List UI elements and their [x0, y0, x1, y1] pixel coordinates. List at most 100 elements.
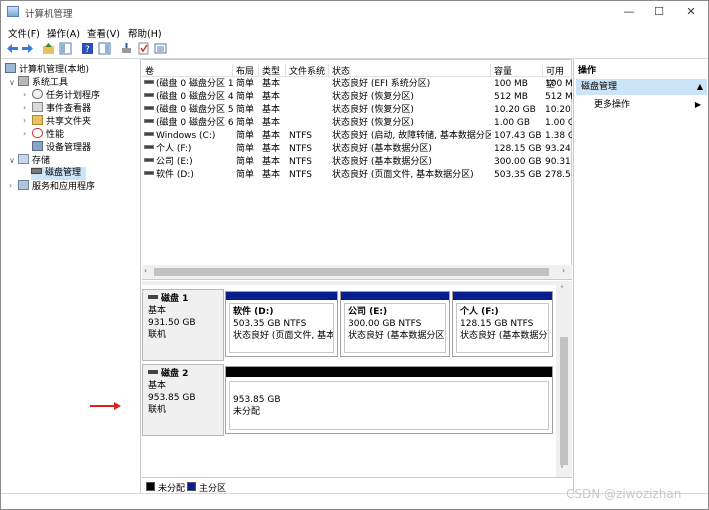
partition-software-d[interactable]: 软件 (D:) 503.35 GB NTFS 状态良好 (页面文件, 基本数 [225, 291, 338, 357]
tree-label: 性能 [46, 130, 65, 140]
table-cell: 基本 [262, 170, 281, 180]
primary-partition-bar [453, 292, 552, 300]
tree-item-disk-management[interactable]: 磁盘管理 [31, 167, 86, 180]
actions-section-disk-management[interactable]: 磁盘管理 ▲ [576, 79, 707, 95]
collapse-triangle-icon[interactable]: ▲ [697, 79, 703, 95]
maximize-button[interactable]: ☐ [642, 1, 676, 23]
section-label: 磁盘管理 [581, 82, 618, 92]
column-header-capacity[interactable]: 容量 [491, 64, 543, 77]
table-cell: 基本 [262, 157, 281, 167]
table-cell: 简单 [236, 92, 255, 102]
tree-item-shared-folders[interactable]: 共享文件夹 [32, 115, 91, 128]
table-row[interactable]: (磁盘 0 磁盘分区 4)简单基本 状态良好 (恢复分区) 512 MB 512 MB [142, 91, 572, 104]
partition-status: 状态良好 (基本数据分区) [348, 331, 446, 341]
partition-company-e[interactable]: 公司 (E:) 300.00 GB NTFS 状态良好 (基本数据分区) [340, 291, 450, 357]
table-row[interactable]: (磁盘 0 磁盘分区 5) 简单 基本 状态良好 (恢复分区) 10.20 GB 10.2… [142, 104, 572, 117]
actions-pane: 操作 磁盘管理 ▲ 更多操作 ▶ [573, 59, 708, 493]
table-row[interactable]: 公司 (E:) 简单 基本 NTFS 状态良好 (基本数据分区) 300.00 GB 90.… [142, 156, 572, 169]
checklist-icon[interactable] [137, 42, 150, 55]
close-button[interactable]: ✕ [674, 1, 708, 23]
table-cell: 简单 [236, 79, 255, 89]
expand-chevron-icon[interactable]: › [23, 90, 26, 99]
list-view-icon[interactable] [154, 42, 167, 55]
table-row[interactable]: (磁盘 0 磁盘分区 6) 简单 基本 状态良好 (恢复分区) 1.00 GB 1.00 … [142, 117, 572, 130]
table-row[interactable]: Windows (C:) 简单 基本 NTFS 状态良好 (启动, 故障转储, 基本数据… [142, 130, 572, 143]
disk1-label[interactable]: 磁盘 1 基本 931.50 GB 联机 [142, 289, 224, 361]
minimize-button[interactable]: — [612, 1, 646, 23]
forward-arrow-icon[interactable] [21, 42, 34, 55]
tree-item-computer-management-local[interactable]: 计算机管理(本地) [5, 63, 89, 76]
scrollbar-thumb[interactable] [154, 268, 549, 276]
table-row[interactable]: 软件 (D:) 简单 基本 NTFS 状态良好 (页面文件, 基本数据分区) 503.35… [142, 169, 572, 182]
properties-pane-icon[interactable] [98, 42, 111, 55]
scrollbar-thumb[interactable] [560, 337, 568, 465]
device-manager-icon [32, 141, 43, 151]
scroll-up-icon[interactable]: ˄ [560, 285, 564, 294]
red-arrow-annotation [90, 402, 121, 410]
expand-chevron-icon[interactable]: › [23, 116, 26, 125]
partition-status: 状态良好 (基本数据分区) [460, 331, 548, 341]
tools-icon [18, 76, 29, 86]
expand-chevron-icon[interactable]: › [23, 129, 26, 138]
table-cell: (磁盘 0 磁盘分区 6) [144, 117, 233, 130]
scroll-down-icon[interactable]: ˅ [560, 465, 564, 474]
tree-item-system-tools[interactable]: 系统工具 [18, 76, 68, 89]
table-cell: (磁盘 0 磁盘分区 1) [144, 78, 233, 91]
partition-unallocated[interactable]: 953.85 GB 未分配 [225, 366, 553, 434]
tree-item-performance[interactable]: 性能 [32, 128, 64, 141]
volume-name: 个人 (F:) [156, 144, 192, 154]
tree-item-device-manager[interactable]: 设备管理器 [32, 141, 91, 154]
tree-label: 计算机管理(本地) [19, 65, 90, 75]
column-header-layout[interactable]: 布局 [233, 64, 259, 77]
volume-name: 软件 (D:) [156, 170, 194, 180]
more-actions-item[interactable]: 更多操作 ▶ [594, 98, 707, 112]
tree-item-storage[interactable]: 存储 [18, 154, 50, 167]
expand-chevron-icon[interactable]: › [9, 181, 12, 190]
tree-label: 共享文件夹 [46, 117, 92, 127]
partition-name: 公司 (E:) [348, 307, 388, 317]
menu-view[interactable]: 查看(V) [87, 26, 120, 40]
watermark: CSDN @ziwozizhan [566, 487, 682, 501]
computer-icon [5, 63, 16, 73]
disk2-status: 联机 [148, 405, 167, 415]
table-cell: 512 MB [494, 92, 528, 102]
show-hide-console-tree-icon[interactable] [59, 42, 72, 55]
table-cell: (磁盘 0 磁盘分区 5) [144, 104, 233, 117]
disk2-label[interactable]: 磁盘 2 基本 953.85 GB 联机 [142, 364, 224, 436]
help-icon[interactable]: ? [81, 42, 94, 55]
connect-drive-icon[interactable] [120, 42, 133, 55]
menu-help[interactable]: 帮助(H) [128, 26, 162, 40]
table-cell: 简单 [236, 170, 255, 180]
disk2-type: 基本 [148, 381, 167, 391]
tree-item-task-scheduler[interactable]: 任务计划程序 [32, 89, 100, 102]
volume-icon [144, 119, 154, 123]
collapse-chevron-icon[interactable]: ∨ [9, 156, 15, 165]
volume-list-horizontal-scrollbar[interactable]: ‹ › [142, 265, 572, 279]
menu-file[interactable]: 文件(F) [8, 26, 40, 40]
up-folder-icon[interactable] [42, 42, 55, 55]
expand-chevron-icon[interactable]: › [23, 103, 26, 112]
menu-action[interactable]: 操作(A) [47, 26, 80, 40]
tree-item-event-viewer[interactable]: 事件查看器 [32, 102, 91, 115]
disk1-status: 联机 [148, 330, 167, 340]
partition-personal-f[interactable]: 个人 (F:) 128.15 GB NTFS 状态良好 (基本数据分区) [452, 291, 553, 357]
disk-view-vertical-scrollbar[interactable]: ˄ ˅ [556, 285, 572, 477]
table-row[interactable]: 个人 (F:) 简单 基本 NTFS 状态良好 (基本数据分区) 128.15 GB 93.… [142, 143, 572, 156]
back-arrow-icon[interactable] [6, 42, 19, 55]
table-cell: 公司 (E:) [144, 156, 233, 169]
performance-icon [32, 128, 43, 138]
volume-icon [144, 171, 154, 175]
table-row[interactable]: (磁盘 0 磁盘分区 1) 简单 基本 状态良好 (EFI 系统分区) 100 MB 10… [142, 78, 572, 91]
table-cell: 300.00 GB [494, 157, 542, 167]
tree-item-services-and-applications[interactable]: 服务和应用程序 [18, 180, 95, 193]
partition-size: 300.00 GB NTFS [348, 319, 422, 329]
column-header-type[interactable]: 类型 [259, 64, 286, 77]
column-header-status[interactable]: 状态 [329, 64, 491, 77]
column-header-volume[interactable]: 卷 [142, 64, 233, 77]
scroll-right-icon[interactable]: › [562, 266, 565, 275]
column-header-file-system[interactable]: 文件系统 [286, 64, 329, 77]
column-header-free-space[interactable]: 可用空 [543, 64, 572, 90]
scroll-left-icon[interactable]: ‹ [144, 266, 147, 275]
console-tree: 计算机管理(本地) ∨ 系统工具 › 任务计划程序 › 事件查看器 › 共享文件… [1, 59, 141, 493]
collapse-chevron-icon[interactable]: ∨ [9, 78, 15, 87]
